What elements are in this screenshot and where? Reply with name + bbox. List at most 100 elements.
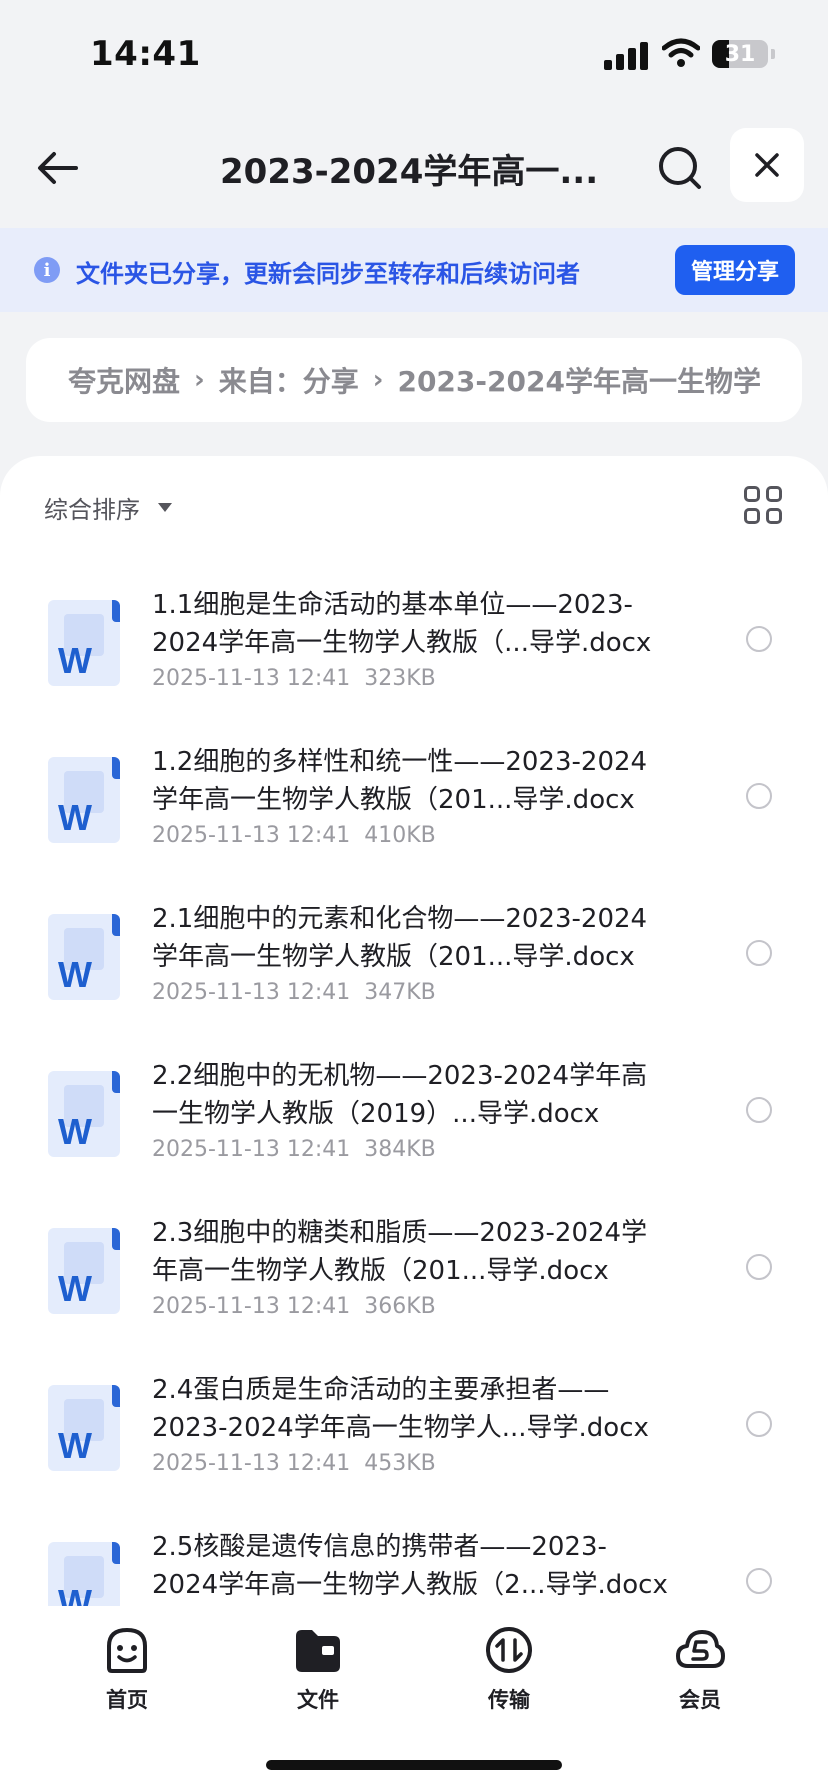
tab-files[interactable]: 文件 xyxy=(258,1624,378,1714)
tab-files-label: 文件 xyxy=(297,1688,339,1712)
home-indicator xyxy=(266,1760,562,1770)
file-size: 347KB xyxy=(364,980,436,1005)
word-doc-icon: W xyxy=(48,757,122,843)
doc-page-fold xyxy=(112,1228,120,1250)
battery-icon: 31 xyxy=(712,40,768,68)
search-icon xyxy=(659,147,701,189)
doc-page: W xyxy=(48,914,120,1000)
file-row[interactable]: W 2.4蛋白质是生命活动的主要承担者——2023-2024学年高一生物学人...… xyxy=(0,1371,828,1528)
caret-down-icon xyxy=(158,503,172,512)
doc-page: W xyxy=(48,1385,120,1471)
close-icon xyxy=(755,153,779,177)
breadcrumb-item-current[interactable]: 2023-2024学年高一生物学 xyxy=(397,360,760,400)
search-button[interactable] xyxy=(652,140,708,196)
word-letter: W xyxy=(58,1268,92,1309)
doc-page-fold xyxy=(112,757,120,779)
file-size: 410KB xyxy=(364,823,436,848)
manage-share-button[interactable]: 管理分享 xyxy=(675,245,795,295)
file-row[interactable]: W 2.1细胞中的元素和化合物——2023-2024学年高一生物学人教版（201.… xyxy=(0,900,828,1057)
file-date: 2025-11-13 12:41 xyxy=(152,1294,351,1319)
file-name: 2.4蛋白质是生命活动的主要承担者——2023-2024学年高一生物学人...导… xyxy=(152,1375,649,1443)
file-row[interactable]: W 1.2细胞的多样性和统一性——2023-2024学年高一生物学人教版（201.… xyxy=(0,743,828,900)
transfer-icon xyxy=(486,1627,532,1673)
file-date: 2025-11-13 12:41 xyxy=(152,980,351,1005)
close-button[interactable] xyxy=(730,128,804,202)
doc-page-fold xyxy=(112,1071,120,1093)
sort-dropdown[interactable]: 综合排序 xyxy=(44,490,172,525)
info-icon: i xyxy=(34,257,60,283)
file-meta: 2025-11-13 12:41 384KB xyxy=(152,1137,436,1162)
word-doc-icon: W xyxy=(48,600,122,686)
file-size: 384KB xyxy=(364,1137,436,1162)
select-radio[interactable] xyxy=(746,783,772,809)
share-banner: i 文件夹已分享，更新会同步至转存和后续访问者 管理分享 xyxy=(0,228,828,312)
file-row[interactable]: W 2.3细胞中的糖类和脂质——2023-2024学年高一生物学人教版（201..… xyxy=(0,1214,828,1371)
doc-page: W xyxy=(48,1071,120,1157)
file-panel: 综合排序 W 1.1细胞是生命活动的基本单位——2023-2024学年高一生物学人… xyxy=(0,456,828,1792)
select-radio[interactable] xyxy=(746,626,772,652)
doc-page-fold xyxy=(112,914,120,936)
file-date: 2025-11-13 12:41 xyxy=(152,1137,351,1162)
grid-view-icon[interactable] xyxy=(744,486,784,526)
tab-transfer[interactable]: 传输 xyxy=(449,1624,569,1714)
file-row[interactable]: W 2.2细胞中的无机物——2023-2024学年高一生物学人教版（2019）..… xyxy=(0,1057,828,1214)
doc-page-fold xyxy=(112,1385,120,1407)
select-radio[interactable] xyxy=(746,1254,772,1280)
battery-level: 31 xyxy=(724,41,756,67)
word-letter: W xyxy=(58,954,92,995)
doc-page-fold xyxy=(112,600,120,622)
select-radio[interactable] xyxy=(746,1097,772,1123)
file-date: 2025-11-13 12:41 xyxy=(152,823,351,848)
tab-transfer-label: 传输 xyxy=(488,1688,530,1712)
file-size: 366KB xyxy=(364,1294,436,1319)
doc-page: W xyxy=(48,757,120,843)
word-doc-icon: W xyxy=(48,1385,122,1471)
file-date: 2025-11-13 12:41 xyxy=(152,666,351,691)
word-letter: W xyxy=(58,1111,92,1152)
file-meta: 2025-11-13 12:41 366KB xyxy=(152,1294,436,1319)
file-name: 2.3细胞中的糖类和脂质——2023-2024学年高一生物学人教版（201...… xyxy=(152,1218,648,1286)
file-size: 323KB xyxy=(364,666,436,691)
file-date: 2025-11-13 12:41 xyxy=(152,1451,351,1476)
page-title: 2023-2024学年高一... xyxy=(220,152,599,192)
file-row[interactable]: W 1.1细胞是生命活动的基本单位——2023-2024学年高一生物学人教版（..… xyxy=(0,586,828,743)
breadcrumb-item-root[interactable]: 夸克网盘 xyxy=(68,360,180,400)
signal-icon xyxy=(604,42,648,70)
sort-label: 综合排序 xyxy=(44,496,140,524)
status-bar: 14:41 31 xyxy=(0,0,828,110)
word-letter: W xyxy=(58,797,92,838)
select-radio[interactable] xyxy=(746,1411,772,1437)
doc-page-fold xyxy=(112,1542,120,1564)
file-name: 2.2细胞中的无机物——2023-2024学年高一生物学人教版（2019）...… xyxy=(152,1061,648,1129)
back-button[interactable] xyxy=(30,140,86,196)
breadcrumb-separator: › xyxy=(194,365,205,395)
file-size: 453KB xyxy=(364,1451,436,1476)
file-meta: 2025-11-13 12:41 453KB xyxy=(152,1451,436,1476)
breadcrumb-item-share[interactable]: 来自：分享 xyxy=(219,360,359,400)
vip-cloud-icon xyxy=(676,1630,725,1668)
word-doc-icon: W xyxy=(48,914,122,1000)
select-radio[interactable] xyxy=(746,940,772,966)
status-time: 14:41 xyxy=(90,34,201,74)
file-meta: 2025-11-13 12:41 323KB xyxy=(152,666,436,691)
file-name: 1.1细胞是生命活动的基本单位——2023-2024学年高一生物学人教版（...… xyxy=(152,590,652,658)
select-radio[interactable] xyxy=(746,1568,772,1594)
file-name: 1.2细胞的多样性和统一性——2023-2024学年高一生物学人教版（201..… xyxy=(152,747,648,815)
breadcrumb-separator: › xyxy=(372,365,384,395)
word-doc-icon: W xyxy=(48,1228,122,1314)
tab-vip[interactable]: 会员 xyxy=(640,1624,760,1714)
wifi-icon xyxy=(662,38,700,67)
share-banner-text: 文件夹已分享，更新会同步至转存和后续访问者 xyxy=(76,260,580,288)
doc-page: W xyxy=(48,600,120,686)
word-letter: W xyxy=(58,640,92,681)
file-list: W 1.1细胞是生命活动的基本单位——2023-2024学年高一生物学人教版（..… xyxy=(0,586,828,1685)
file-name: 2.1细胞中的元素和化合物——2023-2024学年高一生物学人教版（201..… xyxy=(152,904,648,972)
tab-home-label: 首页 xyxy=(106,1688,148,1712)
tab-vip-label: 会员 xyxy=(679,1688,721,1712)
word-letter: W xyxy=(58,1425,92,1466)
home-face-icon xyxy=(107,1628,147,1673)
tab-home[interactable]: 首页 xyxy=(67,1624,187,1714)
word-doc-icon: W xyxy=(48,1071,122,1157)
battery-cap xyxy=(771,49,775,59)
folder-icon xyxy=(296,1630,340,1672)
